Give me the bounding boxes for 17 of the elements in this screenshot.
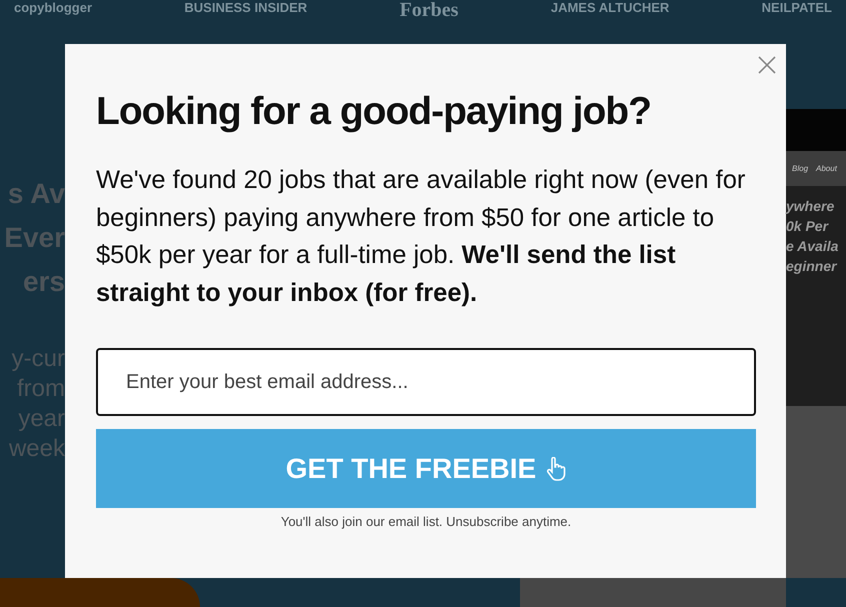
hand-pointer-icon — [546, 456, 566, 480]
disclaimer-text: You'll also join our email list. Unsubscribe anytime. — [280, 514, 572, 529]
popup-title: Looking for a good-paying job? — [96, 89, 652, 135]
logo-text: NEILPATEL — [762, 0, 832, 16]
logo-text: BUSINESS INSIDER — [184, 0, 308, 16]
popup-message: We've found 20 jobs that are available right now (even for beginners) paying anywhere from $50 for one article to $50k per year for a full-time job. We'll send the list straight to your inbox (for free). — [96, 165, 746, 308]
close-icon[interactable] — [758, 56, 776, 74]
logo-text: Forbes — [400, 0, 458, 20]
laptop-heading-text: ywhere — [786, 197, 836, 216]
get-freebie-button[interactable]: GET THE FREEBIE — [96, 429, 756, 508]
laptop-top-bar — [786, 109, 846, 151]
laptop-heading-text: 0k Per — [786, 217, 830, 236]
laptop-heading-text: eginner — [786, 257, 838, 276]
laptop-heading-text: e Availa — [786, 237, 840, 256]
logo-text: JAMES ALTUCHER — [550, 0, 670, 16]
email-field[interactable]: Enter your best email address... — [96, 348, 756, 416]
logo-text: copyblogger — [14, 0, 92, 16]
